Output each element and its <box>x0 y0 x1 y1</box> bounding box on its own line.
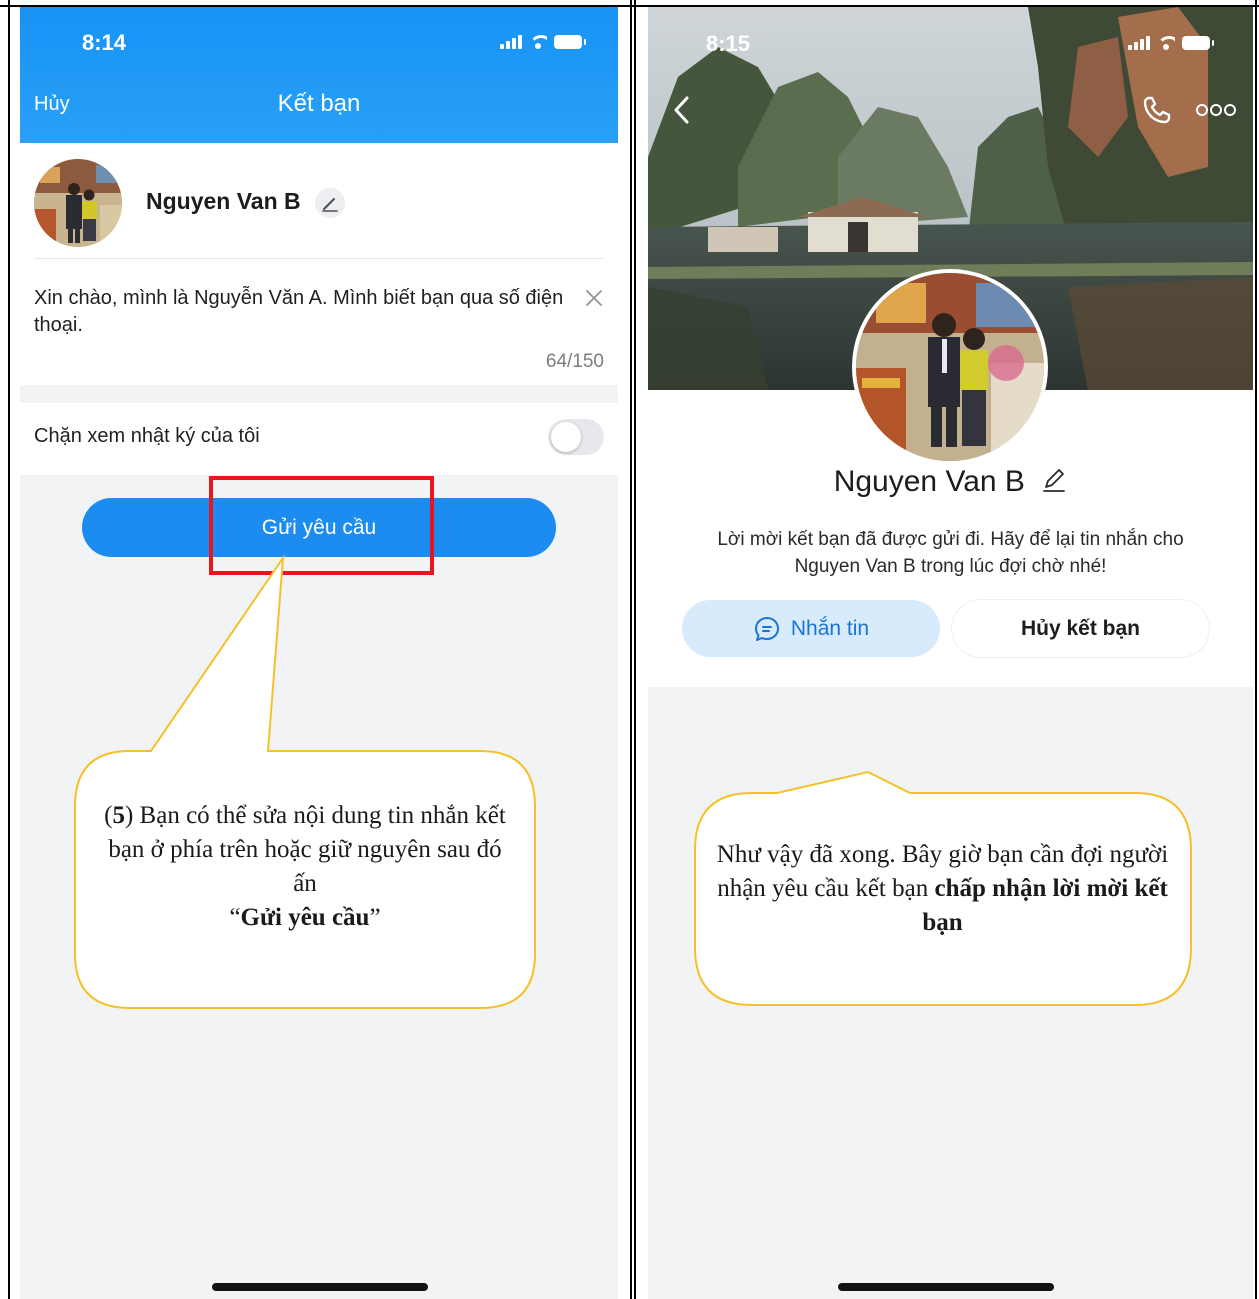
request-sent-description: Lời mời kết bạn đã được gửi đi. Hãy để l… <box>717 529 1184 577</box>
wifi-icon <box>1157 36 1175 50</box>
battery-icon <box>554 35 586 49</box>
message-button[interactable]: Nhắn tin <box>682 600 940 657</box>
clear-message-button[interactable] <box>582 286 606 310</box>
pencil-icon <box>322 198 338 212</box>
frame-divider-left <box>630 0 632 1299</box>
chevron-left-icon <box>674 96 689 124</box>
request-card: Nguyen Van B Xin chào, mình là Nguyễn Vă… <box>20 143 618 385</box>
profile-avatar <box>852 269 1048 465</box>
chat-bubble-icon <box>754 616 779 641</box>
contact-name: Nguyen Van B <box>146 188 301 214</box>
signal-icon <box>500 35 522 49</box>
profile-screen: 8:15 Nguyen Van B Lời mời kết bạn đã đượ… <box>648 7 1253 1299</box>
block-diary-row: Chặn xem nhật ký của tôi <box>20 403 618 475</box>
toggle-knob <box>551 422 581 452</box>
divider <box>34 258 604 259</box>
callout1-quoted: Gửi yêu cầu <box>240 904 370 931</box>
signal-icon <box>1128 36 1150 50</box>
home-indicator <box>838 1283 1054 1291</box>
status-icons <box>500 35 586 49</box>
callout-instruction-2: Như vậy đã xong. Bây giờ bạn cần đợi ngư… <box>715 838 1170 940</box>
more-dots-icon <box>1196 104 1236 116</box>
wifi-icon <box>529 35 547 49</box>
status-time: 8:15 <box>706 31 751 56</box>
add-friend-screen: 8:14 Hủy Kết bạn Nguyen Van B Xin chào, … <box>20 7 618 1299</box>
add-friend-header: 8:14 Hủy Kết bạn <box>20 7 618 143</box>
highlight-box <box>209 476 434 575</box>
step-number: 5 <box>112 802 125 829</box>
back-button[interactable] <box>670 95 694 125</box>
block-diary-toggle[interactable] <box>548 419 604 455</box>
callout-instruction-1: (5) Bạn có thể sửa nội dung tin nhắn kết… <box>104 802 506 931</box>
unfriend-button[interactable]: Hủy kết bạn <box>952 600 1209 657</box>
close-icon <box>586 290 602 306</box>
frame-right-border <box>1255 0 1257 1299</box>
callout2-bold: chấp nhận lời mời kết bạn <box>922 875 1168 936</box>
greeting-message-input[interactable]: Xin chào, mình là Nguyễn Văn A. Mình biế… <box>34 285 564 339</box>
frame-left-border <box>8 0 10 1299</box>
page-title: Kết bạn <box>277 90 361 117</box>
call-button[interactable] <box>1140 93 1174 127</box>
pencil-icon[interactable] <box>1041 467 1067 493</box>
callout1-body: ) Bạn có thể sửa nội dung tin nhắn kết b… <box>108 802 506 897</box>
phone-icon <box>1143 96 1171 124</box>
edit-name-button[interactable] <box>315 188 345 218</box>
message-button-label: Nhắn tin <box>790 616 870 640</box>
status-time: 8:14 <box>82 30 127 55</box>
character-counter: 64/150 <box>545 351 604 372</box>
frame-divider-right <box>634 0 636 1299</box>
avatar <box>34 159 122 247</box>
status-icons <box>1128 36 1214 50</box>
home-indicator <box>212 1283 428 1291</box>
profile-name: Nguyen Van B <box>833 465 1025 498</box>
profile-name-row: Nguyen Van B <box>648 465 1253 499</box>
more-options-button[interactable] <box>1194 102 1238 118</box>
block-diary-label: Chặn xem nhật ký của tôi <box>34 425 260 447</box>
battery-icon <box>1182 36 1214 50</box>
